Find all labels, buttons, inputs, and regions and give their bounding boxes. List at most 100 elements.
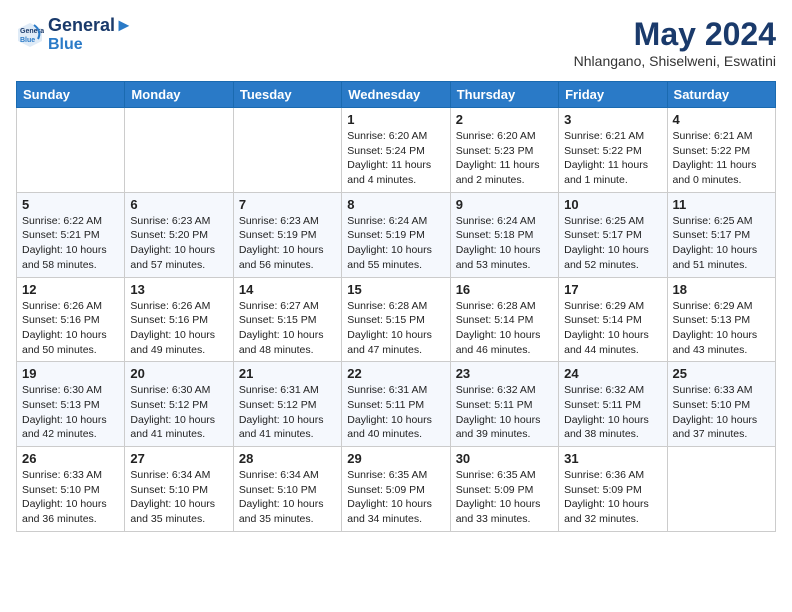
- day-content: Sunrise: 6:26 AMSunset: 5:16 PMDaylight:…: [22, 299, 119, 358]
- day-content: Sunrise: 6:32 AMSunset: 5:11 PMDaylight:…: [564, 383, 661, 442]
- calendar-cell: 14 Sunrise: 6:27 AMSunset: 5:15 PMDayligh…: [233, 277, 341, 362]
- day-number: 29: [347, 451, 444, 466]
- day-number: 30: [456, 451, 553, 466]
- day-content: Sunrise: 6:23 AMSunset: 5:20 PMDaylight:…: [130, 214, 227, 273]
- day-content: Sunrise: 6:20 AMSunset: 5:24 PMDaylight:…: [347, 129, 444, 188]
- svg-text:General: General: [20, 28, 44, 35]
- calendar-cell: 21Sunrise: 6:31 AMSunset: 5:12 PMDayligh…: [233, 362, 341, 447]
- month-title: May 2024: [574, 16, 776, 53]
- day-number: 16: [456, 282, 553, 297]
- day-number: 6: [130, 197, 227, 212]
- calendar-cell: [667, 447, 775, 532]
- day-number: 17: [564, 282, 661, 297]
- day-number: 3: [564, 112, 661, 127]
- day-content: Sunrise: 6:24 AMSunset: 5:19 PMDaylight:…: [347, 214, 444, 273]
- day-header-wednesday: Wednesday: [342, 82, 450, 108]
- calendar-cell: 10Sunrise: 6:25 AMSunset: 5:17 PMDayligh…: [559, 192, 667, 277]
- day-number: 31: [564, 451, 661, 466]
- day-content: Sunrise: 6:29 AMSunset: 5:13 PMDaylight:…: [673, 299, 770, 358]
- day-number: 1: [347, 112, 444, 127]
- location-title: Nhlangano, Shiselweni, Eswatini: [574, 53, 776, 69]
- calendar-cell: 27 Sunrise: 6:34 AMSunset: 5:10 PMDayligh…: [125, 447, 233, 532]
- page-header: General Blue General► Blue May 2024 Nhla…: [16, 16, 776, 69]
- calendar-cell: 24 Sunrise: 6:32 AMSunset: 5:11 PMDayligh…: [559, 362, 667, 447]
- day-number: 24: [564, 366, 661, 381]
- day-number: 4: [673, 112, 770, 127]
- logo: General Blue General► Blue: [16, 16, 133, 53]
- day-header-saturday: Saturday: [667, 82, 775, 108]
- calendar-cell: 22Sunrise: 6:31 AMSunset: 5:11 PMDayligh…: [342, 362, 450, 447]
- day-content: Sunrise: 6:27 AMSunset: 5:15 PMDaylight:…: [239, 299, 336, 358]
- calendar-cell: 13Sunrise: 6:26 AMSunset: 5:16 PMDayligh…: [125, 277, 233, 362]
- title-block: May 2024 Nhlangano, Shiselweni, Eswatini: [574, 16, 776, 69]
- day-content: Sunrise: 6:31 AMSunset: 5:11 PMDaylight:…: [347, 383, 444, 442]
- calendar-cell: 1 Sunrise: 6:20 AMSunset: 5:24 PMDaylight…: [342, 108, 450, 193]
- day-number: 19: [22, 366, 119, 381]
- calendar-cell: 15 Sunrise: 6:28 AMSunset: 5:15 PMDayligh…: [342, 277, 450, 362]
- day-number: 25: [673, 366, 770, 381]
- calendar-cell: 6 Sunrise: 6:23 AMSunset: 5:20 PMDaylight…: [125, 192, 233, 277]
- day-header-tuesday: Tuesday: [233, 82, 341, 108]
- day-content: Sunrise: 6:33 AMSunset: 5:10 PMDaylight:…: [673, 383, 770, 442]
- day-number: 15: [347, 282, 444, 297]
- calendar-cell: 9Sunrise: 6:24 AMSunset: 5:18 PMDaylight…: [450, 192, 558, 277]
- day-content: Sunrise: 6:35 AMSunset: 5:09 PMDaylight:…: [456, 468, 553, 527]
- calendar-cell: 29 Sunrise: 6:35 AMSunset: 5:09 PMDayligh…: [342, 447, 450, 532]
- day-content: Sunrise: 6:22 AMSunset: 5:21 PMDaylight:…: [22, 214, 119, 273]
- calendar-cell: 16 Sunrise: 6:28 AMSunset: 5:14 PMDayligh…: [450, 277, 558, 362]
- day-content: Sunrise: 6:21 AMSunset: 5:22 PMDaylight:…: [564, 129, 661, 188]
- day-content: Sunrise: 6:28 AMSunset: 5:15 PMDaylight:…: [347, 299, 444, 358]
- day-content: Sunrise: 6:29 AMSunset: 5:14 PMDaylight:…: [564, 299, 661, 358]
- day-content: Sunrise: 6:23 AMSunset: 5:19 PMDaylight:…: [239, 214, 336, 273]
- day-number: 23: [456, 366, 553, 381]
- day-content: Sunrise: 6:30 AMSunset: 5:12 PMDaylight:…: [130, 383, 227, 442]
- calendar-cell: 23Sunrise: 6:32 AMSunset: 5:11 PMDayligh…: [450, 362, 558, 447]
- day-number: 27: [130, 451, 227, 466]
- day-header-monday: Monday: [125, 82, 233, 108]
- day-number: 8: [347, 197, 444, 212]
- day-content: Sunrise: 6:26 AMSunset: 5:16 PMDaylight:…: [130, 299, 227, 358]
- day-number: 26: [22, 451, 119, 466]
- calendar-week-2: 5Sunrise: 6:22 AMSunset: 5:21 PMDaylight…: [17, 192, 776, 277]
- calendar-week-1: 1 Sunrise: 6:20 AMSunset: 5:24 PMDaylight…: [17, 108, 776, 193]
- calendar-cell: 11Sunrise: 6:25 AMSunset: 5:17 PMDayligh…: [667, 192, 775, 277]
- calendar-week-3: 12Sunrise: 6:26 AMSunset: 5:16 PMDayligh…: [17, 277, 776, 362]
- day-number: 20: [130, 366, 227, 381]
- calendar-cell: 5Sunrise: 6:22 AMSunset: 5:21 PMDaylight…: [17, 192, 125, 277]
- calendar-cell: 2Sunrise: 6:20 AMSunset: 5:23 PMDaylight…: [450, 108, 558, 193]
- day-content: Sunrise: 6:33 AMSunset: 5:10 PMDaylight:…: [22, 468, 119, 527]
- day-number: 28: [239, 451, 336, 466]
- calendar-cell: 12Sunrise: 6:26 AMSunset: 5:16 PMDayligh…: [17, 277, 125, 362]
- day-content: Sunrise: 6:20 AMSunset: 5:23 PMDaylight:…: [456, 129, 553, 188]
- day-content: Sunrise: 6:35 AMSunset: 5:09 PMDaylight:…: [347, 468, 444, 527]
- day-number: 14: [239, 282, 336, 297]
- day-number: 10: [564, 197, 661, 212]
- calendar-cell: 4Sunrise: 6:21 AMSunset: 5:22 PMDaylight…: [667, 108, 775, 193]
- calendar-cell: 18Sunrise: 6:29 AMSunset: 5:13 PMDayligh…: [667, 277, 775, 362]
- calendar-week-5: 26 Sunrise: 6:33 AMSunset: 5:10 PMDayligh…: [17, 447, 776, 532]
- logo-icon: General Blue: [16, 21, 44, 49]
- calendar-cell: 19 Sunrise: 6:30 AMSunset: 5:13 PMDayligh…: [17, 362, 125, 447]
- day-content: Sunrise: 6:30 AMSunset: 5:13 PMDaylight:…: [22, 383, 119, 442]
- day-number: 21: [239, 366, 336, 381]
- calendar-cell: [233, 108, 341, 193]
- calendar: SundayMondayTuesdayWednesdayThursdayFrid…: [16, 81, 776, 532]
- calendar-cell: [125, 108, 233, 193]
- calendar-cell: 30 Sunrise: 6:35 AMSunset: 5:09 PMDayligh…: [450, 447, 558, 532]
- calendar-cell: 25 Sunrise: 6:33 AMSunset: 5:10 PMDayligh…: [667, 362, 775, 447]
- day-header-friday: Friday: [559, 82, 667, 108]
- day-content: Sunrise: 6:28 AMSunset: 5:14 PMDaylight:…: [456, 299, 553, 358]
- day-content: Sunrise: 6:34 AMSunset: 5:10 PMDaylight:…: [130, 468, 227, 527]
- day-content: Sunrise: 6:25 AMSunset: 5:17 PMDaylight:…: [673, 214, 770, 273]
- day-content: Sunrise: 6:34 AMSunset: 5:10 PMDaylight:…: [239, 468, 336, 527]
- day-number: 7: [239, 197, 336, 212]
- calendar-cell: 17 Sunrise: 6:29 AMSunset: 5:14 PMDayligh…: [559, 277, 667, 362]
- calendar-cell: 7 Sunrise: 6:23 AMSunset: 5:19 PMDaylight…: [233, 192, 341, 277]
- day-number: 9: [456, 197, 553, 212]
- day-header-thursday: Thursday: [450, 82, 558, 108]
- calendar-cell: 26 Sunrise: 6:33 AMSunset: 5:10 PMDayligh…: [17, 447, 125, 532]
- calendar-cell: 20 Sunrise: 6:30 AMSunset: 5:12 PMDayligh…: [125, 362, 233, 447]
- calendar-cell: 3 Sunrise: 6:21 AMSunset: 5:22 PMDaylight…: [559, 108, 667, 193]
- logo-text-line1: General►: [48, 16, 133, 36]
- day-content: Sunrise: 6:36 AMSunset: 5:09 PMDaylight:…: [564, 468, 661, 527]
